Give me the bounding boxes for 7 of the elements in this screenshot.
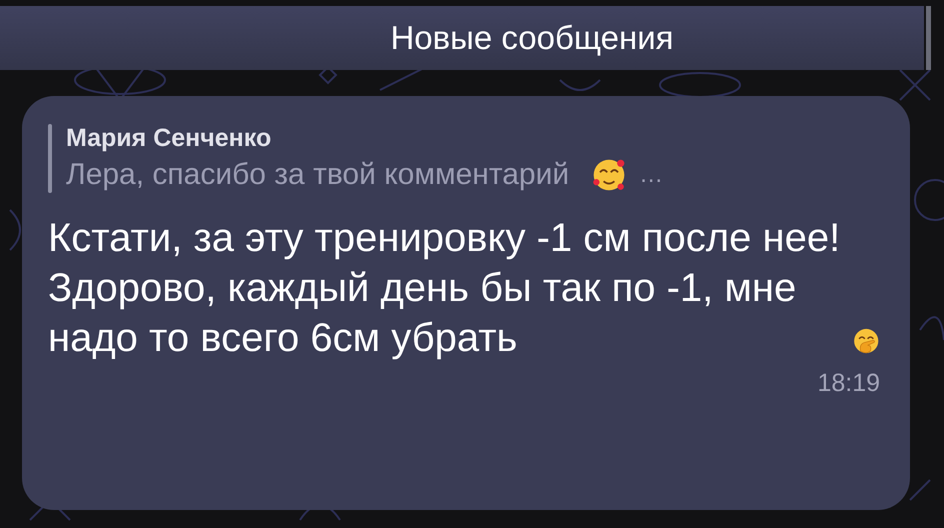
reply-author[interactable]: Мария Сенченко <box>66 124 664 153</box>
message-time: 18:19 <box>817 369 880 398</box>
message-text: Здорово, каждый день бы так по -1, мне надо то всего 6см убрать <box>48 265 798 362</box>
reply-text[interactable]: Лера, спасибо за твой комментарий <box>66 158 570 192</box>
header-title: Новые сообщения <box>390 19 674 57</box>
message-text: Кстати, за эту тренировку -1 см после нее! <box>48 215 842 262</box>
ellipsis: … <box>639 161 664 189</box>
